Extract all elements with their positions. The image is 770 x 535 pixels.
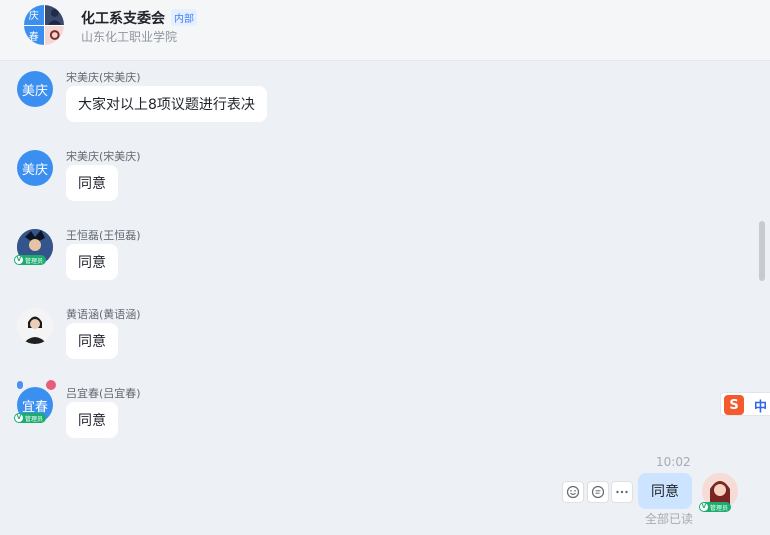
- message-row: ​ 宜春 V管理员 吕宜春(吕宜春) 同意: [0, 380, 300, 444]
- message-bubble[interactable]: 同意: [66, 402, 118, 438]
- group-avatar-member-1: 庆: [24, 5, 44, 25]
- message-time: 10:02: [656, 455, 691, 469]
- own-message-bubble[interactable]: 同意: [638, 473, 692, 509]
- admin-badge: V 管理员: [699, 502, 732, 512]
- message-row: 美庆 宋美庆(宋美庆) 同意: [0, 147, 300, 207]
- message-bubble[interactable]: 同意: [66, 323, 118, 359]
- avatar[interactable]: 美庆: [17, 71, 53, 107]
- chat-header: 庆 春 化工系支委会 内部 山东化工职业学院: [0, 0, 770, 61]
- avatar[interactable]: [17, 308, 53, 344]
- group-title[interactable]: 化工系支委会: [81, 8, 165, 28]
- message-row: 黄语涵(黄语涵) 同意: [0, 305, 300, 365]
- avatar[interactable]: 美庆: [17, 150, 53, 186]
- message-bubble[interactable]: 同意: [66, 165, 118, 201]
- sender-name: 宋美庆(宋美庆): [66, 71, 141, 84]
- member-tag: ​: [17, 381, 23, 389]
- ime-mode-label: 中: [754, 400, 768, 415]
- sender-name: 黄语涵(黄语涵): [66, 308, 141, 321]
- ime-indicator[interactable]: S 中: [720, 392, 770, 416]
- group-organization: 山东化工职业学院: [81, 30, 178, 44]
- group-avatar-member-4: [44, 25, 64, 45]
- comment-icon: [591, 485, 605, 499]
- internal-badge: 内部: [171, 9, 197, 26]
- message-row: V 管理员 王恒磊(王恒磊) 同意: [0, 226, 300, 286]
- verified-icon: V: [15, 414, 23, 422]
- admin-badge: V 管理员: [14, 413, 47, 423]
- admin-badge: V 管理员: [14, 255, 47, 265]
- verified-icon: V: [15, 256, 23, 264]
- more-actions-button[interactable]: [611, 481, 633, 503]
- sender-name: 吕宜春(吕宜春): [66, 387, 141, 400]
- sender-name: 王恒磊(王恒磊): [66, 229, 141, 242]
- smile-icon: [566, 485, 580, 499]
- verified-icon: V: [700, 503, 708, 511]
- emoji-reaction-button[interactable]: [562, 481, 584, 503]
- group-avatar-member-3: 春: [24, 25, 44, 45]
- sender-name: 宋美庆(宋美庆): [66, 150, 141, 163]
- message-bubble[interactable]: 大家对以上8项议题进行表决: [66, 86, 267, 122]
- sogou-ime-icon: S: [724, 395, 744, 415]
- message-row: 美庆 宋美庆(宋美庆) 大家对以上8项议题进行表决: [0, 68, 300, 128]
- reply-button[interactable]: [587, 481, 609, 503]
- mini-avatar-icon: [46, 380, 56, 390]
- read-status[interactable]: 全部已读: [645, 510, 693, 527]
- group-avatar-member-2: [44, 5, 64, 25]
- scrollbar-thumb[interactable]: [759, 221, 765, 281]
- group-avatar[interactable]: 庆 春: [24, 5, 64, 45]
- more-icon: [616, 490, 628, 494]
- message-bubble[interactable]: 同意: [66, 244, 118, 280]
